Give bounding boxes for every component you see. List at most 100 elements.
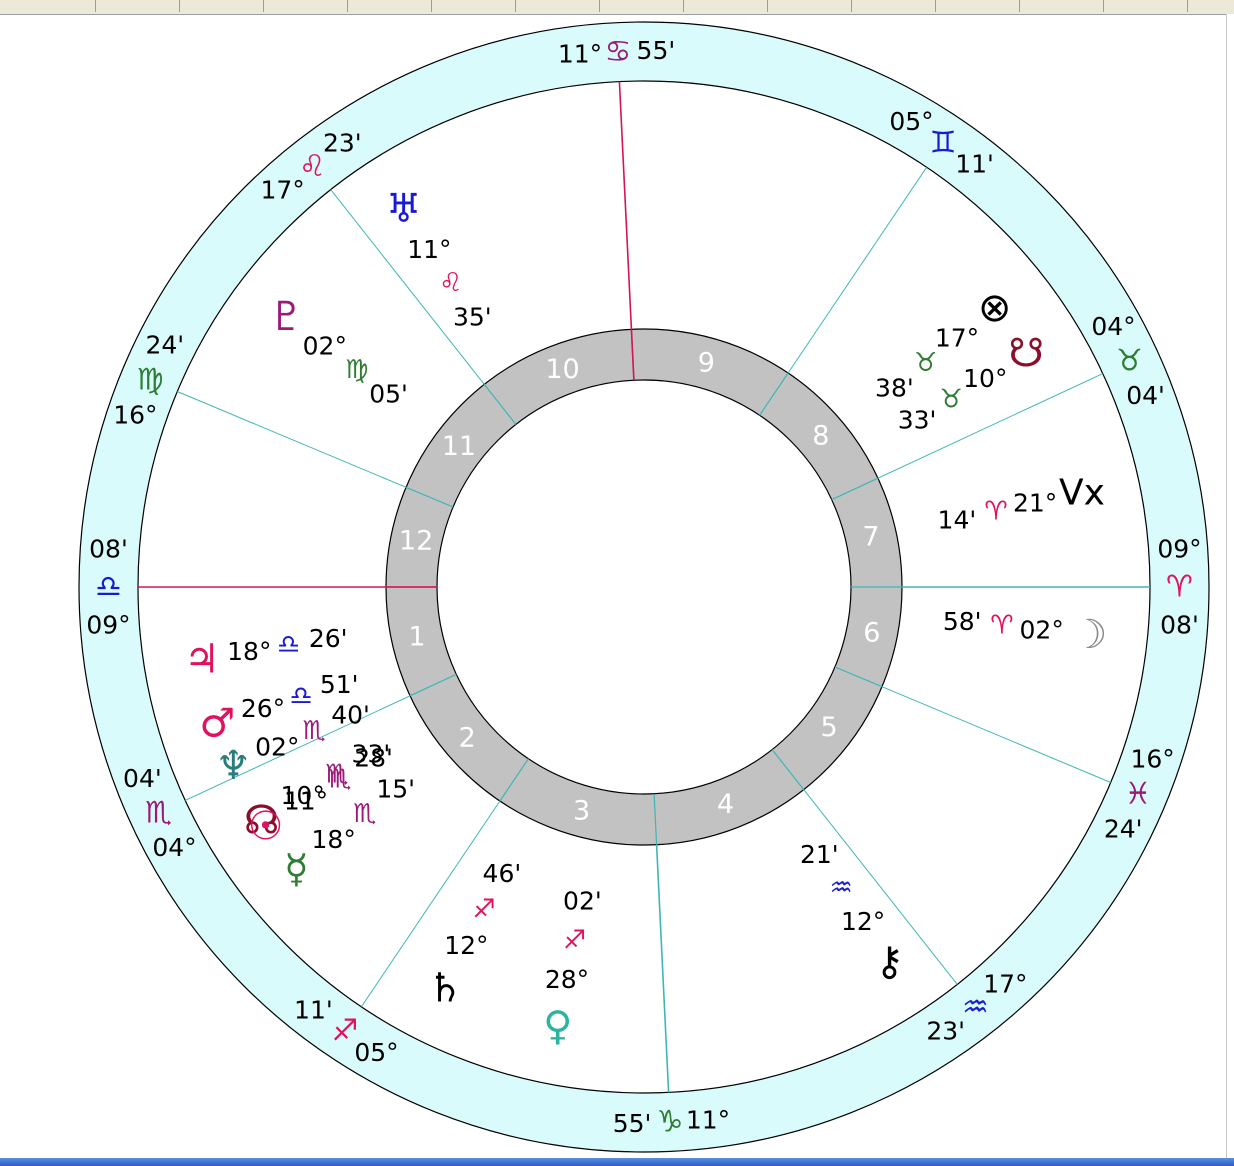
venus-icon: ♀	[543, 1004, 572, 1050]
cusp-degree: 05°	[354, 1038, 398, 1067]
planet-minute: 58'	[943, 607, 982, 636]
planet-minute: 21'	[800, 840, 839, 869]
aries-sign-icon: ♈	[1166, 570, 1193, 605]
cusp-degree: 04°	[1091, 312, 1135, 341]
house-number-10: 10	[545, 354, 579, 385]
planet-degree: 11°	[407, 235, 451, 264]
planet-degree: 28°	[545, 965, 589, 994]
pisces-sign-icon: ♓	[1124, 776, 1151, 811]
planet-degree: 26°	[241, 694, 285, 723]
planet-minute: 14'	[938, 505, 977, 534]
uranus-icon: ♅	[386, 186, 422, 232]
cusp-ic: ♑ 11° 55'	[613, 1104, 730, 1139]
neptune-icon: ♆	[215, 743, 251, 789]
virgo-sign-icon: ♍	[345, 355, 368, 385]
planet-minute: 38'	[875, 373, 914, 402]
cusp-degree: 17°	[260, 176, 304, 205]
leo-sign-icon: ♌	[439, 268, 462, 298]
cusp-degree: 16°	[1130, 744, 1174, 773]
natal-chart-wheel: 123 456789101112 ♎09°08'♏04°04'♐05°11'♑ 11…	[78, 21, 1210, 1153]
house-number-8: 8	[812, 421, 829, 452]
taurus-sign-icon: ♉	[940, 384, 963, 414]
scorpio-sign-icon: ♏	[353, 799, 376, 829]
planet-minute: 51'	[320, 670, 359, 699]
house-number-11: 11	[442, 431, 476, 462]
planet-minute: 46'	[483, 859, 522, 888]
moon-icon: ☽	[1071, 612, 1107, 658]
planet-degree: 18°	[227, 637, 271, 666]
cusp-degree: 11°	[686, 1106, 730, 1135]
house-number-6: 6	[863, 617, 880, 648]
house-number-7: 7	[862, 521, 879, 552]
planet-degree: 02°	[303, 332, 347, 361]
cusp-minute: 04'	[123, 764, 162, 793]
sun-icon: ☉	[248, 804, 284, 850]
aquarius-sign-icon: ♒	[830, 873, 853, 903]
cusp-degree: 16°	[113, 401, 157, 430]
planet-minute: 28'	[354, 744, 393, 773]
chiron-icon: ⚷	[875, 939, 904, 985]
house-number-4: 4	[717, 789, 734, 820]
saturn-icon: ♄	[427, 965, 463, 1011]
house-number-9: 9	[698, 348, 715, 379]
scorpio-sign-icon: ♏	[328, 765, 351, 795]
cusp-minute: 24'	[145, 331, 184, 360]
libra-sign-icon: ♎	[95, 570, 122, 605]
planet-degree: 17°	[935, 324, 979, 353]
libra-sign-icon: ♎	[277, 630, 300, 660]
sagittarius-sign-icon: ♐	[563, 925, 586, 955]
gemini-sign-icon: ♊	[930, 125, 957, 160]
cusp-degree: 09°	[86, 611, 130, 640]
planet-minute: 15'	[376, 774, 415, 803]
cusp-minute: 04'	[1126, 381, 1165, 410]
pluto-icon: ♇	[268, 294, 304, 340]
planet-degree: 18°	[312, 825, 356, 854]
planet-degree: 11°	[284, 787, 328, 816]
planet-degree: 02°	[1020, 615, 1064, 644]
planet-degree: 12°	[444, 931, 488, 960]
cusp-mc: ♋11° 55'	[558, 35, 675, 70]
cusp-minute: 11'	[955, 150, 994, 179]
planet-minute: 35'	[453, 303, 492, 332]
vertex-icon: Vx	[1059, 473, 1105, 514]
mercury-icon: ☿	[284, 847, 309, 893]
planet-degree: 02°	[255, 732, 299, 761]
house-number-2: 2	[459, 723, 476, 754]
house-number-3: 3	[573, 796, 590, 827]
virgo-sign-icon: ♍	[137, 363, 164, 398]
planet-degree: 12°	[841, 907, 885, 936]
cusp-degree: 05°	[889, 107, 933, 136]
capricorn-sign-icon: ♑	[657, 1104, 684, 1139]
mars-icon: ♂	[199, 700, 235, 746]
cusp-minute: 11'	[294, 996, 333, 1025]
libra-sign-icon: ♎	[289, 682, 312, 712]
house-number-1: 1	[408, 622, 425, 653]
planet-minute: 26'	[309, 624, 348, 653]
planet-minute: 33'	[898, 406, 937, 435]
jupiter-icon: ♃	[184, 636, 220, 682]
cusp-minute: 55'	[637, 36, 676, 65]
planet-minute: 40'	[331, 700, 370, 729]
scorpio-sign-icon: ♏	[145, 795, 172, 830]
cusp-minute: 23'	[926, 1017, 965, 1046]
cusp-degree: 09°	[1157, 535, 1201, 564]
cusp-degree: 17°	[983, 970, 1027, 999]
cancer-sign-icon: ♋	[604, 35, 631, 70]
house-number-5: 5	[821, 712, 838, 743]
south-node-icon: ☋	[1009, 331, 1045, 377]
cusp-minute: 24'	[1104, 815, 1143, 844]
cusp-minute: 55'	[613, 1109, 652, 1138]
taurus-sign-icon: ♉	[1116, 344, 1143, 379]
part-of-fortune-icon: ⊗	[978, 285, 1012, 331]
cusp-minute: 08'	[89, 535, 128, 564]
planet-minute: 05'	[369, 380, 408, 409]
scorpio-sign-icon: ♏	[302, 716, 325, 746]
cusp-minute: 08'	[1160, 611, 1199, 640]
chart-center	[436, 379, 852, 795]
taurus-sign-icon: ♉	[914, 348, 937, 378]
planet-minute: 02'	[563, 887, 602, 916]
sagittarius-sign-icon: ♐	[473, 895, 496, 925]
house-number-12: 12	[399, 526, 433, 557]
cusp-degree: 04°	[152, 833, 196, 862]
cusp-degree: 11°	[558, 40, 602, 69]
